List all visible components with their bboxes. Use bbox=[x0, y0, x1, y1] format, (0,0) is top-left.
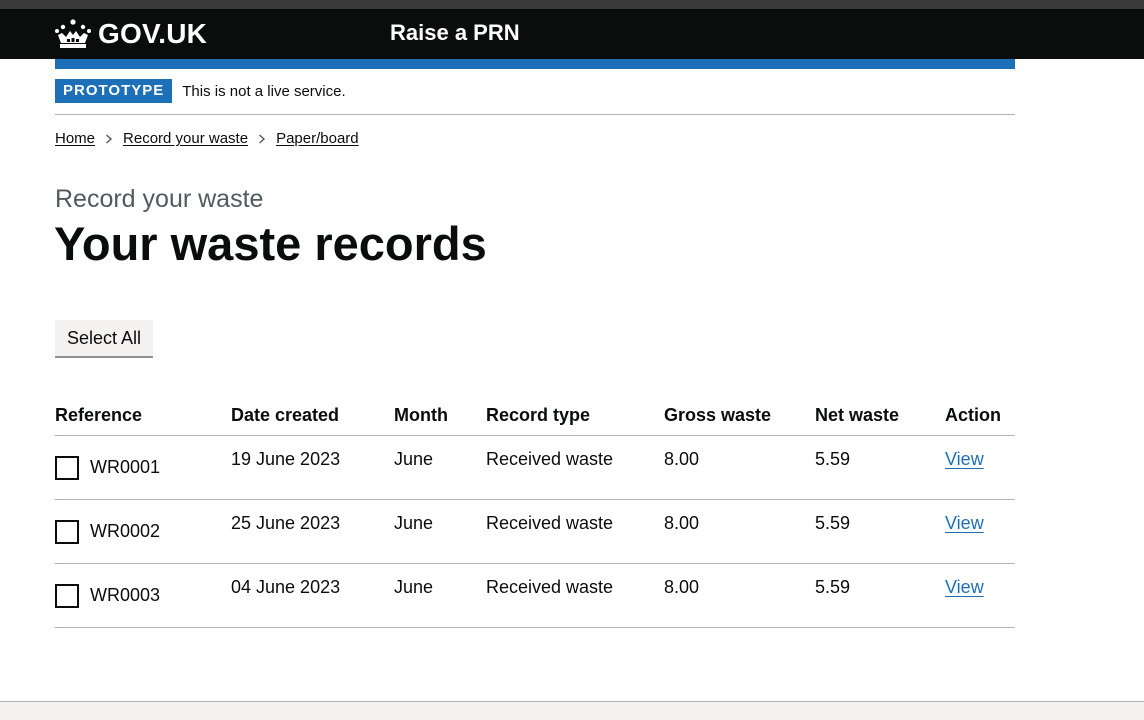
reference-cell: WR0003 bbox=[55, 563, 231, 628]
reference-cell: WR0002 bbox=[55, 499, 231, 564]
reference-text: WR0003 bbox=[90, 585, 161, 605]
action-cell: View bbox=[945, 499, 1015, 564]
footer bbox=[0, 702, 1144, 720]
table-row: WR0003 04 June 2023 June Received waste … bbox=[55, 563, 1015, 628]
waste-records-table: Reference Date created Month Record type… bbox=[55, 395, 1015, 628]
record-type-cell: Received waste bbox=[486, 563, 664, 628]
gross-waste-cell: 8.00 bbox=[664, 435, 815, 500]
table-header-row: Reference Date created Month Record type… bbox=[55, 395, 1015, 436]
breadcrumb-record-your-waste[interactable]: Record your waste bbox=[123, 130, 248, 147]
page-title: Your waste records bbox=[54, 217, 487, 270]
chevron-right-icon bbox=[259, 133, 266, 144]
action-cell: View bbox=[945, 563, 1015, 628]
logo-text: GOV.UK bbox=[98, 18, 208, 49]
view-link[interactable]: View bbox=[945, 513, 984, 533]
table-row: WR0001 19 June 2023 June Received waste … bbox=[55, 435, 1015, 500]
header-month: Month bbox=[394, 395, 486, 436]
net-waste-cell: 5.59 bbox=[815, 563, 945, 628]
breadcrumb: Home Record your waste Paper/board bbox=[55, 130, 359, 147]
table-row: WR0002 25 June 2023 June Received waste … bbox=[55, 499, 1015, 564]
browser-top-strip bbox=[0, 0, 1144, 9]
header-date-created: Date created bbox=[231, 395, 394, 436]
header-blue-bar bbox=[55, 59, 1015, 69]
gross-waste-cell: 8.00 bbox=[664, 499, 815, 564]
net-waste-cell: 5.59 bbox=[815, 499, 945, 564]
view-link[interactable]: View bbox=[945, 449, 984, 469]
govuk-header: GOV.UK Raise a PRN bbox=[0, 9, 1144, 59]
date-created-cell: 25 June 2023 bbox=[231, 499, 394, 564]
phase-banner-divider bbox=[55, 114, 1015, 115]
record-type-cell: Received waste bbox=[486, 435, 664, 500]
record-type-cell: Received waste bbox=[486, 499, 664, 564]
date-created-cell: 19 June 2023 bbox=[231, 435, 394, 500]
reference-text: WR0001 bbox=[90, 457, 161, 477]
header-record-type: Record type bbox=[486, 395, 664, 436]
chevron-right-icon bbox=[106, 133, 113, 144]
month-cell: June bbox=[394, 499, 486, 564]
phase-banner-text: This is not a live service. bbox=[182, 82, 346, 100]
row-checkbox[interactable] bbox=[55, 455, 79, 480]
view-link[interactable]: View bbox=[945, 577, 984, 597]
page-caption: Record your waste bbox=[55, 185, 264, 213]
date-created-cell: 04 June 2023 bbox=[231, 563, 394, 628]
govuk-logo-link[interactable]: GOV.UK bbox=[54, 18, 207, 50]
gross-waste-cell: 8.00 bbox=[664, 563, 815, 628]
month-cell: June bbox=[394, 435, 486, 500]
phase-banner: PROTOTYPE This is not a live service. bbox=[55, 79, 346, 103]
net-waste-cell: 5.59 bbox=[815, 435, 945, 500]
header-reference: Reference bbox=[55, 395, 231, 436]
service-name-link[interactable]: Raise a PRN bbox=[390, 20, 520, 46]
reference-cell: WR0001 bbox=[55, 435, 231, 500]
row-checkbox[interactable] bbox=[55, 519, 79, 544]
breadcrumb-paper-board[interactable]: Paper/board bbox=[276, 130, 359, 147]
phase-tag: PROTOTYPE bbox=[55, 79, 173, 103]
month-cell: June bbox=[394, 563, 486, 628]
header-net-waste: Net waste bbox=[815, 395, 945, 436]
header-action: Action bbox=[945, 395, 1015, 436]
breadcrumb-home[interactable]: Home bbox=[55, 130, 95, 147]
action-cell: View bbox=[945, 435, 1015, 500]
header-gross-waste: Gross waste bbox=[664, 395, 815, 436]
select-all-button[interactable]: Select All bbox=[55, 320, 154, 356]
reference-text: WR0002 bbox=[90, 521, 161, 541]
crown-icon bbox=[55, 19, 91, 48]
row-checkbox[interactable] bbox=[55, 583, 79, 608]
